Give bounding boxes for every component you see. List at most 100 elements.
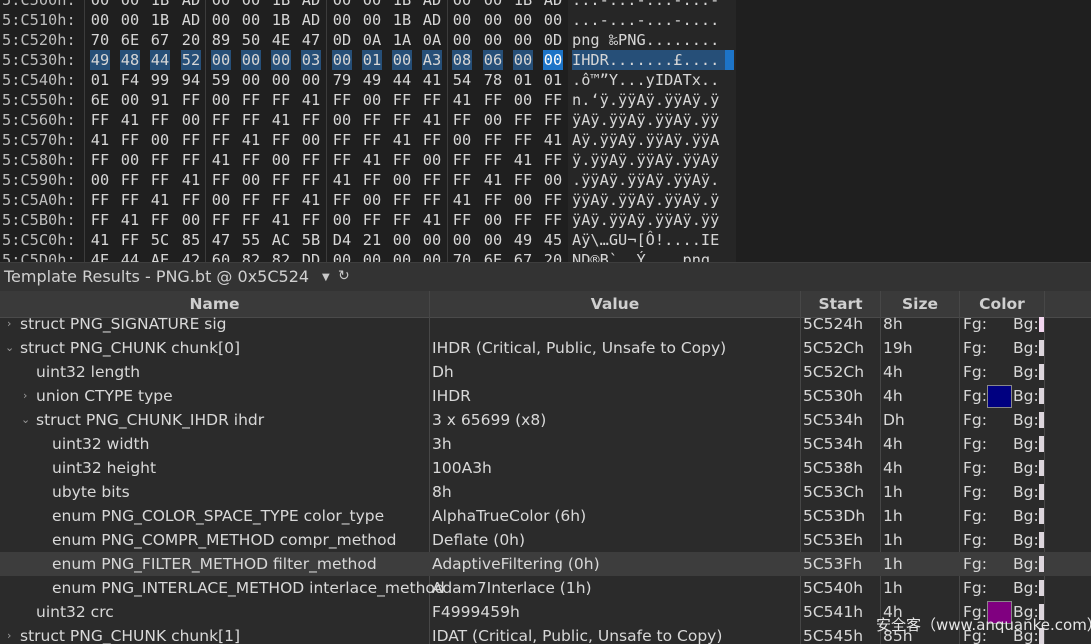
hex-row[interactable]: 5:C580h: FF 00 FF FF 41 FF 00 FF FF 41 FF 00 FF FF 41 FF…	[0, 150, 1091, 170]
hex-byte[interactable]: FF	[422, 190, 442, 210]
hex-byte[interactable]: 41	[452, 190, 472, 210]
hex-byte[interactable]: 5B	[301, 230, 321, 250]
hex-byte[interactable]: 94	[181, 70, 201, 90]
hex-byte[interactable]: 0D	[332, 30, 352, 50]
hex-byte[interactable]: 00	[332, 110, 352, 130]
hex-byte[interactable]: 41	[150, 190, 170, 210]
hex-byte[interactable]: FF	[211, 110, 231, 130]
bg-color-swatch[interactable]	[1039, 460, 1044, 476]
hex-byte[interactable]: FF	[422, 90, 442, 110]
hex-row[interactable]: 5:C5D0h: 4E 44 AE 42 60 82 82 DD 00 00 00 00 70 6E 67 20…	[0, 250, 1091, 262]
hex-byte[interactable]: FF	[90, 190, 110, 210]
hex-byte[interactable]: 00	[271, 70, 291, 90]
hex-byte[interactable]: 4E	[90, 250, 110, 262]
hex-byte[interactable]: FF	[271, 90, 291, 110]
hex-byte[interactable]: 00	[181, 110, 201, 130]
hex-byte[interactable]: AD	[422, 0, 442, 10]
hex-byte[interactable]: 00	[150, 130, 170, 150]
hex-byte[interactable]: 41	[90, 230, 110, 250]
table-row[interactable]: enum PNG_COLOR_SPACE_TYPE color_type Alp…	[0, 504, 1091, 528]
table-row-selected[interactable]: enum PNG_FILTER_METHOD filter_method Ada…	[0, 552, 1091, 576]
hex-byte[interactable]: 41	[120, 210, 140, 230]
hex-byte[interactable]: 00	[362, 0, 382, 10]
column-header-value[interactable]: Value	[430, 291, 801, 317]
field-color[interactable]: Fg: Bg:	[960, 456, 1044, 480]
hex-byte[interactable]: FF	[543, 210, 563, 230]
hex-byte[interactable]: 44	[150, 50, 170, 70]
hex-byte[interactable]: FF	[120, 130, 140, 150]
table-row[interactable]: ubyte bits 8h 5C53Ch 1h Fg: Bg:	[0, 480, 1091, 504]
hex-byte[interactable]: FF	[120, 190, 140, 210]
hex-editor-pane[interactable]: 5:C500h: 00 00 1B AD 00 00 1B AD 00 00 1B AD 00 00 1B AD…	[0, 0, 1091, 262]
hex-byte[interactable]: FF	[301, 170, 321, 190]
hex-byte[interactable]: 41	[301, 190, 321, 210]
hex-byte[interactable]: 03	[301, 50, 321, 70]
hex-byte[interactable]: FF	[332, 190, 352, 210]
refresh-icon[interactable]: ↻	[338, 268, 350, 284]
hex-byte[interactable]: 41	[422, 110, 442, 130]
hex-byte[interactable]: 00	[452, 130, 472, 150]
hex-byte[interactable]: FF	[90, 210, 110, 230]
hex-byte[interactable]: 00	[513, 30, 533, 50]
column-header-start[interactable]: Start	[801, 291, 881, 317]
hex-byte[interactable]: 82	[241, 250, 261, 262]
hex-ascii[interactable]: Aÿ.ÿÿAÿ.ÿÿAÿ.ÿÿA	[572, 130, 734, 150]
hex-byte[interactable]: 06	[483, 50, 503, 70]
hex-row[interactable]: 5:C590h: 00 FF FF 41 FF 00 FF FF 41 FF 00 FF FF 41 FF 00…	[0, 170, 1091, 190]
bg-color-swatch[interactable]	[1039, 388, 1044, 404]
hex-byte[interactable]: AD	[181, 10, 201, 30]
hex-byte[interactable]: 41	[181, 170, 201, 190]
hex-byte[interactable]: FF	[241, 210, 261, 230]
hex-byte[interactable]: AD	[301, 10, 321, 30]
hex-byte[interactable]: 00	[301, 70, 321, 90]
hex-byte[interactable]: FF	[181, 130, 201, 150]
hex-byte[interactable]: 00	[241, 170, 261, 190]
hex-byte[interactable]: AD	[543, 0, 563, 10]
hex-byte[interactable]: 41	[90, 130, 110, 150]
hex-byte[interactable]: 6E	[483, 250, 503, 262]
hex-byte[interactable]: 00	[452, 230, 472, 250]
hex-byte[interactable]: FF	[90, 110, 110, 130]
hex-byte[interactable]: FF	[150, 210, 170, 230]
hex-byte[interactable]: 67	[150, 30, 170, 50]
hex-byte[interactable]: 99	[150, 70, 170, 90]
bg-color-swatch[interactable]	[1039, 436, 1044, 452]
hex-byte[interactable]: 42	[181, 250, 201, 262]
bg-color-swatch[interactable]	[1039, 364, 1044, 380]
hex-byte[interactable]: 00	[513, 190, 533, 210]
hex-byte[interactable]: 00	[362, 90, 382, 110]
hex-byte[interactable]: 54	[452, 70, 472, 90]
table-row[interactable]: uint32 width 3h 5C534h 4h Fg: Bg:	[0, 432, 1091, 456]
hex-byte[interactable]: 00	[301, 130, 321, 150]
hex-byte[interactable]: FF	[513, 170, 533, 190]
hex-byte[interactable]: FF	[211, 130, 231, 150]
hex-byte[interactable]: 1B	[392, 10, 412, 30]
bg-color-swatch[interactable]	[1039, 340, 1044, 356]
table-row[interactable]: enum PNG_INTERLACE_METHOD interlace_meth…	[0, 576, 1091, 600]
hex-byte[interactable]: FF	[150, 170, 170, 190]
hex-byte[interactable]: 48	[120, 50, 140, 70]
hex-byte[interactable]: FF	[332, 90, 352, 110]
hex-byte[interactable]: 50	[241, 30, 261, 50]
hex-byte[interactable]: 00	[452, 30, 472, 50]
hex-byte[interactable]: 00	[90, 0, 110, 10]
hex-byte[interactable]: 41	[241, 130, 261, 150]
hex-byte[interactable]: 00	[332, 50, 352, 70]
hex-byte[interactable]: FF	[483, 130, 503, 150]
hex-byte[interactable]: FF	[211, 170, 231, 190]
hex-byte[interactable]: 41	[452, 90, 472, 110]
hex-byte[interactable]: 00	[241, 0, 261, 10]
hex-byte[interactable]: FF	[513, 130, 533, 150]
caret-down-icon[interactable]: ▼	[322, 272, 330, 283]
hex-byte[interactable]: 00	[483, 230, 503, 250]
hex-byte[interactable]: 00	[362, 190, 382, 210]
hex-byte[interactable]: 00	[211, 90, 231, 110]
hex-byte[interactable]: 00	[332, 10, 352, 30]
hex-ascii[interactable]: ÿAÿ.ÿÿAÿ.ÿÿAÿ.ÿÿ	[572, 210, 734, 230]
hex-byte[interactable]: FF	[120, 230, 140, 250]
field-color[interactable]: Fg: Bg:	[960, 408, 1044, 432]
hex-byte[interactable]: FF	[271, 170, 291, 190]
hex-byte[interactable]: FF	[241, 190, 261, 210]
hex-byte[interactable]: 41	[301, 90, 321, 110]
hex-byte[interactable]: 01	[362, 50, 382, 70]
